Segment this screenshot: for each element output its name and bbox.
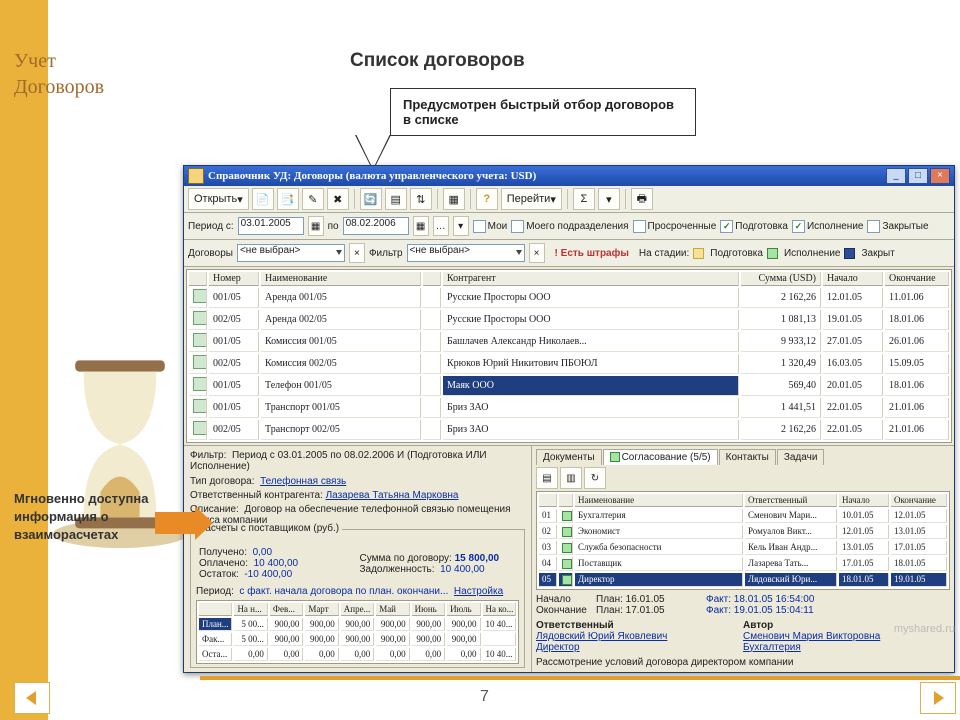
resp-link[interactable]: Лазарева Татьяна Марковна xyxy=(326,490,459,501)
chk-exec[interactable]: ✓Исполнение xyxy=(792,220,864,233)
table-row[interactable]: 002/05Комиссия 002/05Крюков Юрий Никитов… xyxy=(189,354,949,374)
tb-copy[interactable]: 📑 xyxy=(277,188,299,210)
nav-next[interactable] xyxy=(920,682,956,714)
tb-sort[interactable]: ⇅ xyxy=(410,188,432,210)
close-button[interactable]: × xyxy=(930,168,950,184)
table-row[interactable]: 001/05Транспорт 001/05Бриз ЗАО1 441,5122… xyxy=(189,398,949,418)
watermark: myshared.ru xyxy=(894,623,955,635)
chk-mine[interactable]: Мои xyxy=(473,220,508,233)
contracts-clear[interactable]: × xyxy=(349,243,365,263)
date-to-picker[interactable]: ▦ xyxy=(413,216,429,236)
tb-grid[interactable]: ▦ xyxy=(443,188,465,210)
date-from-picker[interactable]: ▦ xyxy=(308,216,324,236)
tb-print[interactable]: 🖶 xyxy=(631,188,653,210)
tb-edit[interactable]: ✎ xyxy=(302,188,324,210)
tab-approval[interactable]: Согласование (5/5) xyxy=(603,449,718,465)
author-person-link[interactable]: Сменович Мария Викторовна xyxy=(743,631,880,642)
tb-more[interactable]: ▾ xyxy=(598,188,620,210)
tb-refresh[interactable]: 🔄 xyxy=(360,188,382,210)
table-row[interactable]: 001/05Аренда 001/05Русские Просторы ООО2… xyxy=(189,288,949,308)
detail-pane: Фильтр: Период с 03.01.2005 по 08.02.200… xyxy=(184,445,954,672)
nav-prev[interactable] xyxy=(14,682,50,714)
filter-clear[interactable]: × xyxy=(529,243,545,263)
footer-bar xyxy=(200,676,960,680)
chk-dept[interactable]: Моего подразделения xyxy=(511,220,628,233)
brand: Учет Договоров xyxy=(14,48,104,100)
tb-new[interactable]: 📄 xyxy=(252,188,274,210)
table-row[interactable]: 002/05Транспорт 002/05Бриз ЗАО2 162,2622… xyxy=(189,420,949,440)
minimize-button[interactable]: _ xyxy=(886,168,906,184)
table-row[interactable]: 02ЭкономистРомуалов Викт...12.01.0513.01… xyxy=(539,525,947,539)
chk-prep[interactable]: ✓Подготовка xyxy=(720,220,788,233)
window-title: Справочник УД: Договоры (валюта управлен… xyxy=(208,170,536,182)
fines-warning: ! Есть штрафы xyxy=(555,248,629,259)
approval-table[interactable]: НаименованиеОтветственныйНачалоОкончание… xyxy=(536,491,950,590)
tb-filter[interactable]: ▤ xyxy=(385,188,407,210)
maximize-button[interactable]: □ xyxy=(908,168,928,184)
app-icon xyxy=(188,168,204,184)
period-label: Период с: xyxy=(188,221,234,232)
detail-tabs: Документы Согласование (5/5) Контакты За… xyxy=(536,449,950,465)
contracts-dd[interactable]: <не выбран> xyxy=(237,244,345,262)
tab-documents[interactable]: Документы xyxy=(536,449,602,465)
tune-link[interactable]: Настройка xyxy=(454,586,503,597)
callout-filter: Предусмотрен быстрый отбор договоров в с… xyxy=(390,88,696,136)
appr-tb3[interactable]: ↻ xyxy=(584,467,606,489)
chk-overdue[interactable]: Просроченные xyxy=(633,220,717,233)
page-title: Список договоров xyxy=(350,50,525,72)
period-bar: Период с: 03.01.2005 ▦ по 08.02.2006 ▦ …… xyxy=(184,213,954,240)
appr-tb2[interactable]: ▥ xyxy=(560,467,582,489)
filter-bar2: Договоры <не выбран> × Фильтр <не выбран… xyxy=(184,240,954,267)
tb-sum[interactable]: Σ xyxy=(573,188,595,210)
app-window: Справочник УД: Договоры (валюта управлен… xyxy=(183,165,955,673)
table-row[interactable]: 002/05Аренда 002/05Русские Просторы ООО1… xyxy=(189,310,949,330)
table-row[interactable]: 001/05Комиссия 001/05Башлачев Александр … xyxy=(189,332,949,352)
titlebar[interactable]: Справочник УД: Договоры (валюта управлен… xyxy=(184,166,954,186)
sidebar-accent xyxy=(0,0,48,720)
tb-help[interactable]: ? xyxy=(476,188,498,210)
page-number: 7 xyxy=(480,688,489,706)
date-from-input[interactable]: 03.01.2005 xyxy=(238,217,304,235)
author-role-link[interactable]: Бухгалтерия xyxy=(743,642,801,653)
type-link[interactable]: Телефонная связь xyxy=(260,476,346,487)
appr-tb1[interactable]: ▤ xyxy=(536,467,558,489)
approval-note: Рассмотрение условий договора директором… xyxy=(536,657,950,668)
goto-button[interactable]: Перейти ▾ xyxy=(501,188,562,210)
date-to-input[interactable]: 08.02.2006 xyxy=(343,217,409,235)
chk-closed[interactable]: Закрытые xyxy=(867,220,928,233)
contracts-table[interactable]: НомерНаименованиеКонтрагентСумма (USD)На… xyxy=(186,269,952,443)
tab-tasks[interactable]: Задачи xyxy=(777,449,825,465)
calc-box: Расчеты с поставщиком (руб.) Получено: 0… xyxy=(190,529,525,668)
tb-del[interactable]: ✖ xyxy=(327,188,349,210)
period-drop[interactable]: ▾ xyxy=(453,216,469,236)
filter-dd[interactable]: <не выбран> xyxy=(407,244,525,262)
toolbar: Открыть ▾ 📄 📑 ✎ ✖ 🔄 ▤ ⇅ ▦ ? Перейти ▾ Σ … xyxy=(184,186,954,213)
open-button[interactable]: Открыть ▾ xyxy=(188,188,249,210)
table-row[interactable]: 05ДиректорЛядовский Юри...18.01.0519.01.… xyxy=(539,573,947,587)
annotation-left: Мгновенно доступна информация о взаимора… xyxy=(14,490,174,544)
table-row[interactable]: 001/05Телефон 001/05Маяк ООО569,4020.01.… xyxy=(189,376,949,396)
table-row[interactable]: 01БухгалтерияСменович Мари...10.01.0512.… xyxy=(539,509,947,523)
period-pick[interactable]: … xyxy=(433,216,449,236)
resp-person-link[interactable]: Лядовский Юрий Яковлевич xyxy=(536,631,743,642)
table-row[interactable]: 04ПоставщикЛазарева Тать...17.01.0518.01… xyxy=(539,557,947,571)
tab-contacts[interactable]: Контакты xyxy=(719,449,776,465)
months-table[interactable]: На н...Фев...МартАпре...МайИюньИюльНа ко… xyxy=(196,600,519,664)
resp-role-link[interactable]: Директор xyxy=(536,642,743,653)
table-row[interactable]: 03Служба безопасностиКель Иван Андр...13… xyxy=(539,541,947,555)
